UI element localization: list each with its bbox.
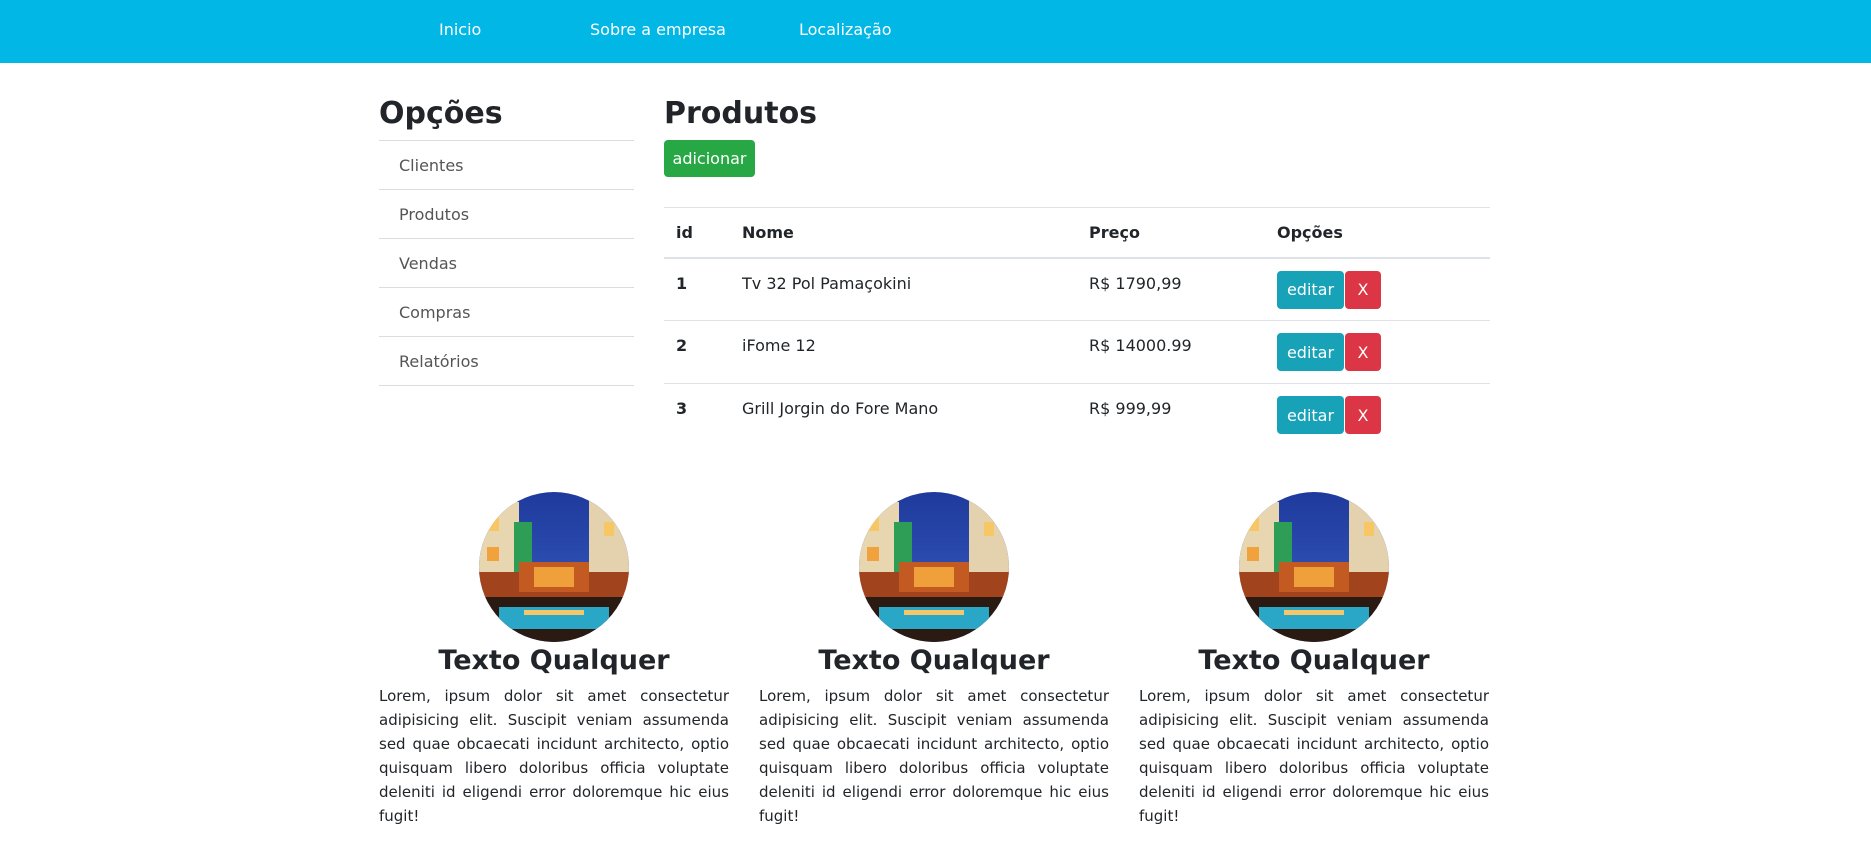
card-title: Texto Qualquer [818,645,1050,676]
column-header-preco: Preço [1077,207,1265,259]
table-row: 2 iFome 12 R$ 14000.99 editar X [664,320,1490,384]
top-navbar: Inicio Sobre a empresa Localização [0,0,1871,63]
delete-button[interactable]: X [1345,333,1381,371]
card-title: Texto Qualquer [1198,645,1430,676]
table-header-row: id Nome Preço Opções [664,207,1490,259]
nav-link-localizacao[interactable]: Localização [799,20,892,39]
sidebar-menu: Clientes Produtos Vendas Compras Relatór… [379,140,634,386]
product-price: R$ 1790,99 [1077,257,1265,321]
sidebar-item-compras[interactable]: Compras [379,288,634,337]
page-title: Produtos [664,96,818,131]
sidebar-item-clientes[interactable]: Clientes [379,141,634,190]
column-header-nome: Nome [730,207,1077,259]
row-actions: editar X [1265,320,1490,384]
edit-button[interactable]: editar [1277,396,1344,434]
column-header-id: id [664,207,730,259]
table-row: 3 Grill Jorgin do Fore Mano R$ 999,99 ed… [664,384,1490,447]
sidebar: Opções Clientes Produtos Vendas Compras … [379,94,634,386]
products-table: id Nome Preço Opções 1 Tv 32 Pol Pamaçok… [664,207,1490,447]
add-product-button[interactable]: adicionar [664,140,755,177]
card-text: Lorem, ipsum dolor sit amet consectetur … [379,687,729,825]
sidebar-item-vendas[interactable]: Vendas [379,239,634,288]
card-title: Texto Qualquer [438,645,670,676]
product-price: R$ 14000.99 [1077,320,1265,384]
product-id: 3 [676,399,688,418]
edit-button[interactable]: editar [1277,270,1344,309]
row-actions: editar X [1265,384,1490,447]
product-id: 1 [664,257,730,321]
product-name: iFome 12 [730,320,1077,384]
delete-button[interactable]: X [1345,270,1381,309]
table-row: 1 Tv 32 Pol Pamaçokini R$ 1790,99 editar… [664,257,1490,321]
edit-button[interactable]: editar [1277,333,1344,371]
card-text: Lorem, ipsum dolor sit amet consectetur … [759,687,1109,825]
column-header-opcoes: Opções [1265,207,1490,259]
row-actions: editar X [1265,257,1490,321]
product-name: Grill Jorgin do Fore Mano [742,399,939,418]
sidebar-item-relatorios[interactable]: Relatórios [379,337,634,386]
product-price: R$ 999,99 [1089,399,1172,418]
card-text: Lorem, ipsum dolor sit amet consectetur … [1139,687,1489,825]
card-image [859,492,1009,642]
main-content: Produtos adicionar id Nome Preço Opções … [664,94,1490,434]
card-image [1239,492,1389,642]
nav-link-sobre-a-empresa[interactable]: Sobre a empresa [590,20,726,39]
sidebar-item-produtos[interactable]: Produtos [379,190,634,239]
card-image [479,492,629,642]
delete-button[interactable]: X [1345,396,1381,434]
product-id: 2 [664,320,730,384]
nav-link-inicio[interactable]: Inicio [439,20,481,39]
product-name: Tv 32 Pol Pamaçokini [730,257,1077,321]
sidebar-title: Opções [379,96,503,131]
